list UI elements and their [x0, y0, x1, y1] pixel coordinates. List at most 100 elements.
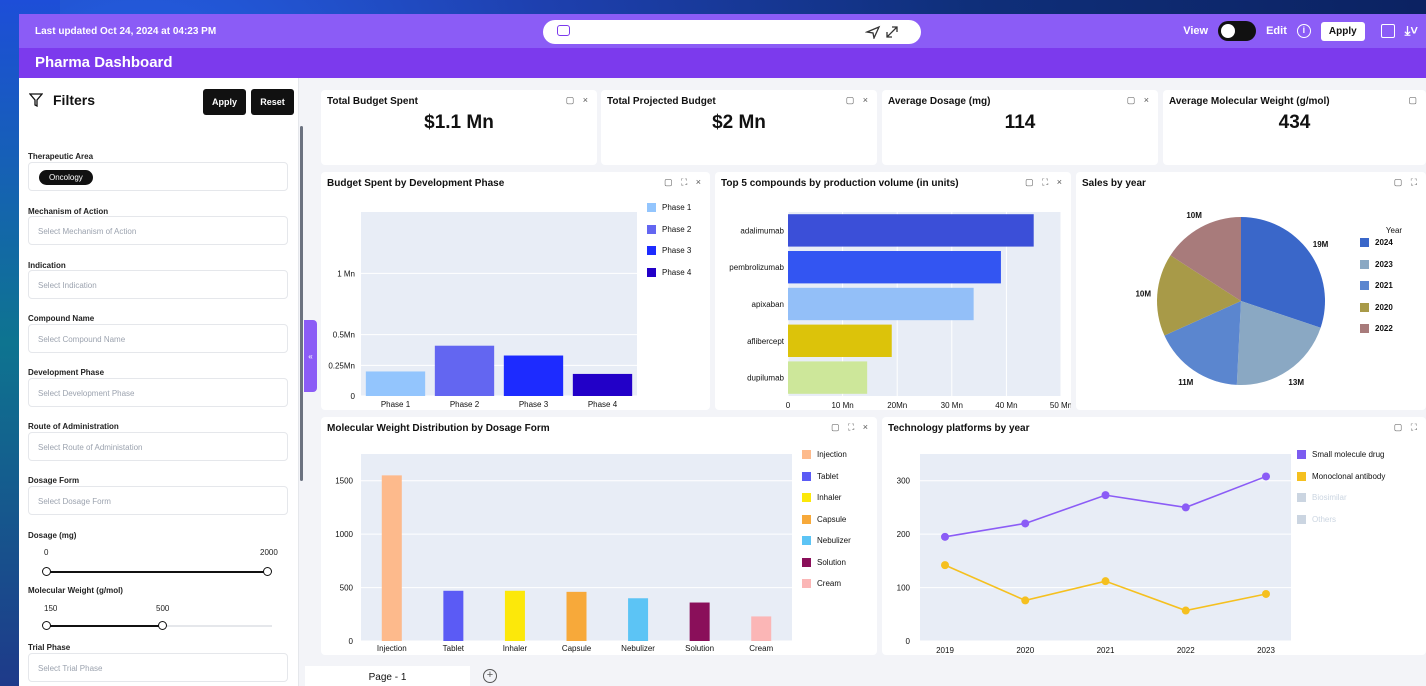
legend-item[interactable]: 2024: [1360, 232, 1393, 254]
legend-swatch: [1297, 471, 1306, 481]
page-title: Pharma Dashboard: [19, 48, 1426, 78]
legend-item[interactable]: Solution: [802, 552, 851, 574]
compound-name-select[interactable]: Select Compound Name: [28, 324, 288, 353]
indication-select[interactable]: Select Indication: [28, 270, 288, 299]
x-tick-label: Inhaler: [503, 644, 528, 653]
sales-year-legend: 2024 2023 2021 2020 2022: [1360, 232, 1393, 340]
legend-item[interactable]: Nebulizer: [802, 530, 851, 552]
dosage-slider-max-handle[interactable]: [263, 567, 272, 576]
card-actions[interactable]: ▢ ×: [1127, 95, 1152, 106]
filters-panel: Filters Apply Reset Therapeutic Area Onc…: [19, 78, 299, 686]
x-tick-label: 30 Mn: [941, 401, 963, 410]
legend-swatch: [647, 246, 656, 256]
dosage-slider-min-handle[interactable]: [42, 567, 51, 576]
collapse-sidebar-button[interactable]: «: [304, 320, 317, 392]
send-icon[interactable]: [865, 25, 881, 39]
legend-item[interactable]: Inhaler: [802, 487, 851, 509]
kpi-title: Total Projected Budget: [607, 96, 716, 107]
legend-item[interactable]: 2021: [1360, 275, 1393, 297]
card-actions[interactable]: ▢ ×: [846, 95, 871, 106]
y-tick-label: adalimumab: [740, 226, 784, 235]
tab-page-1[interactable]: Page - 1: [305, 666, 470, 686]
development-phase-select[interactable]: Select Development Phase: [28, 378, 288, 407]
expand-icon[interactable]: [886, 26, 898, 38]
legend-item[interactable]: Injection: [802, 444, 851, 466]
mw-slider-track[interactable]: [46, 625, 160, 627]
kpi-value: 434: [1278, 112, 1311, 133]
legend-swatch: [1360, 238, 1369, 248]
filters-scrollbar[interactable]: [300, 126, 303, 481]
x-tick-label: Solution: [685, 644, 714, 653]
mw-slider-min-handle[interactable]: [42, 621, 51, 630]
legend-item[interactable]: Small molecule drug: [1297, 444, 1385, 466]
add-page-icon[interactable]: +: [483, 669, 497, 683]
send-expand-icons[interactable]: [865, 25, 905, 39]
legend-item[interactable]: 2023: [1360, 254, 1393, 276]
pie-data-label: 13M: [1288, 378, 1304, 387]
dosage-form-label: Dosage Form: [28, 476, 80, 485]
trial-phase-select[interactable]: Select Trial Phase: [28, 653, 288, 682]
oncology-chip[interactable]: Oncology: [39, 170, 93, 185]
dosage-form-select[interactable]: Select Dosage Form: [28, 486, 288, 515]
pie-data-label: 19M: [1313, 240, 1329, 249]
legend-item[interactable]: Biosimilar: [1297, 487, 1385, 509]
mw-slider-rest: [160, 625, 272, 627]
data-point: [1262, 589, 1270, 598]
y-tick-label: 0.25Mn: [328, 361, 355, 370]
x-tick-label: Phase 1: [381, 400, 411, 409]
card-actions[interactable]: ▢ ×: [566, 95, 591, 106]
legend-swatch: [802, 514, 811, 524]
kpi-value: 114: [1004, 112, 1036, 133]
download-icon[interactable]: ⤓˅: [1405, 23, 1418, 39]
plot-area: [920, 454, 1291, 641]
legend-item[interactable]: Phase 2: [647, 219, 691, 241]
filters-reset-button[interactable]: Reset: [251, 89, 294, 115]
x-tick-label: Phase 3: [519, 400, 549, 409]
legend-item[interactable]: Tablet: [802, 466, 851, 488]
apply-button[interactable]: Apply: [1320, 21, 1365, 41]
x-tick-label: Tablet: [443, 644, 465, 653]
legend-label: 2022: [1375, 324, 1393, 334]
edit-label: Edit: [1266, 25, 1287, 37]
legend-item[interactable]: 2020: [1360, 297, 1393, 319]
legend-swatch: [1360, 324, 1369, 334]
legend-item[interactable]: Phase 1: [647, 197, 691, 219]
view-edit-toggle[interactable]: [1218, 21, 1257, 41]
kpi-card-average-dosage: Average Dosage (mg) ▢ × 114: [882, 90, 1158, 165]
legend-item[interactable]: Capsule: [802, 509, 851, 531]
filters-apply-button[interactable]: Apply: [203, 89, 246, 115]
legend-item[interactable]: Monoclonal antibody: [1297, 466, 1385, 488]
legend-item[interactable]: Cream: [802, 573, 851, 595]
budget-phase-legend: Phase 1 Phase 2 Phase 3 Phase 4: [647, 197, 691, 283]
bar: [788, 214, 1034, 247]
y-tick-label: 1500: [335, 477, 353, 486]
bar: [381, 475, 402, 641]
info-icon[interactable]: i: [1296, 24, 1311, 38]
therapeutic-area-select[interactable]: Oncology: [28, 162, 288, 191]
route-select[interactable]: Select Route of Administation: [28, 432, 288, 461]
mw-slider-max-handle[interactable]: [158, 621, 167, 630]
data-point: [1101, 577, 1110, 586]
legend-item[interactable]: Phase 3: [647, 240, 691, 262]
ask-input[interactable]: [543, 20, 921, 44]
x-tick-label: 20Mn: [887, 401, 907, 410]
mw-dosage-chart: 0 500 1000 1500 Injection Tablet Inhaler Capsul…: [335, 454, 792, 653]
dosage-slider-track[interactable]: [46, 571, 267, 573]
legend-swatch: [1360, 281, 1369, 291]
card-actions[interactable]: ▢: [1408, 95, 1420, 106]
development-phase-label: Development Phase: [28, 368, 105, 377]
page-tabs-bar: Page - 1 +: [305, 666, 1426, 686]
mechanism-select[interactable]: Select Mechanism of Action: [28, 216, 288, 245]
bar: [788, 287, 974, 321]
legend-item[interactable]: Phase 4: [647, 262, 691, 284]
legend-label: Nebulizer: [817, 536, 851, 546]
kpi-card-total-budget: Total Budget Spent ▢ × $1.1 Mn: [321, 90, 597, 165]
legend-item[interactable]: Others: [1297, 509, 1385, 531]
mw-min: 150: [44, 604, 58, 613]
legend-item[interactable]: 2022: [1360, 318, 1393, 340]
view-label: View: [1183, 25, 1209, 37]
chart-card-tech-platforms: Technology platforms by year ▢ ⛶ 0 100 200…: [882, 417, 1426, 655]
legend-label: Inhaler: [817, 493, 842, 503]
notes-icon[interactable]: [1380, 24, 1395, 38]
top-bar: Last updated Oct 24, 2024 at 04:23 PM Vi…: [19, 14, 1426, 48]
